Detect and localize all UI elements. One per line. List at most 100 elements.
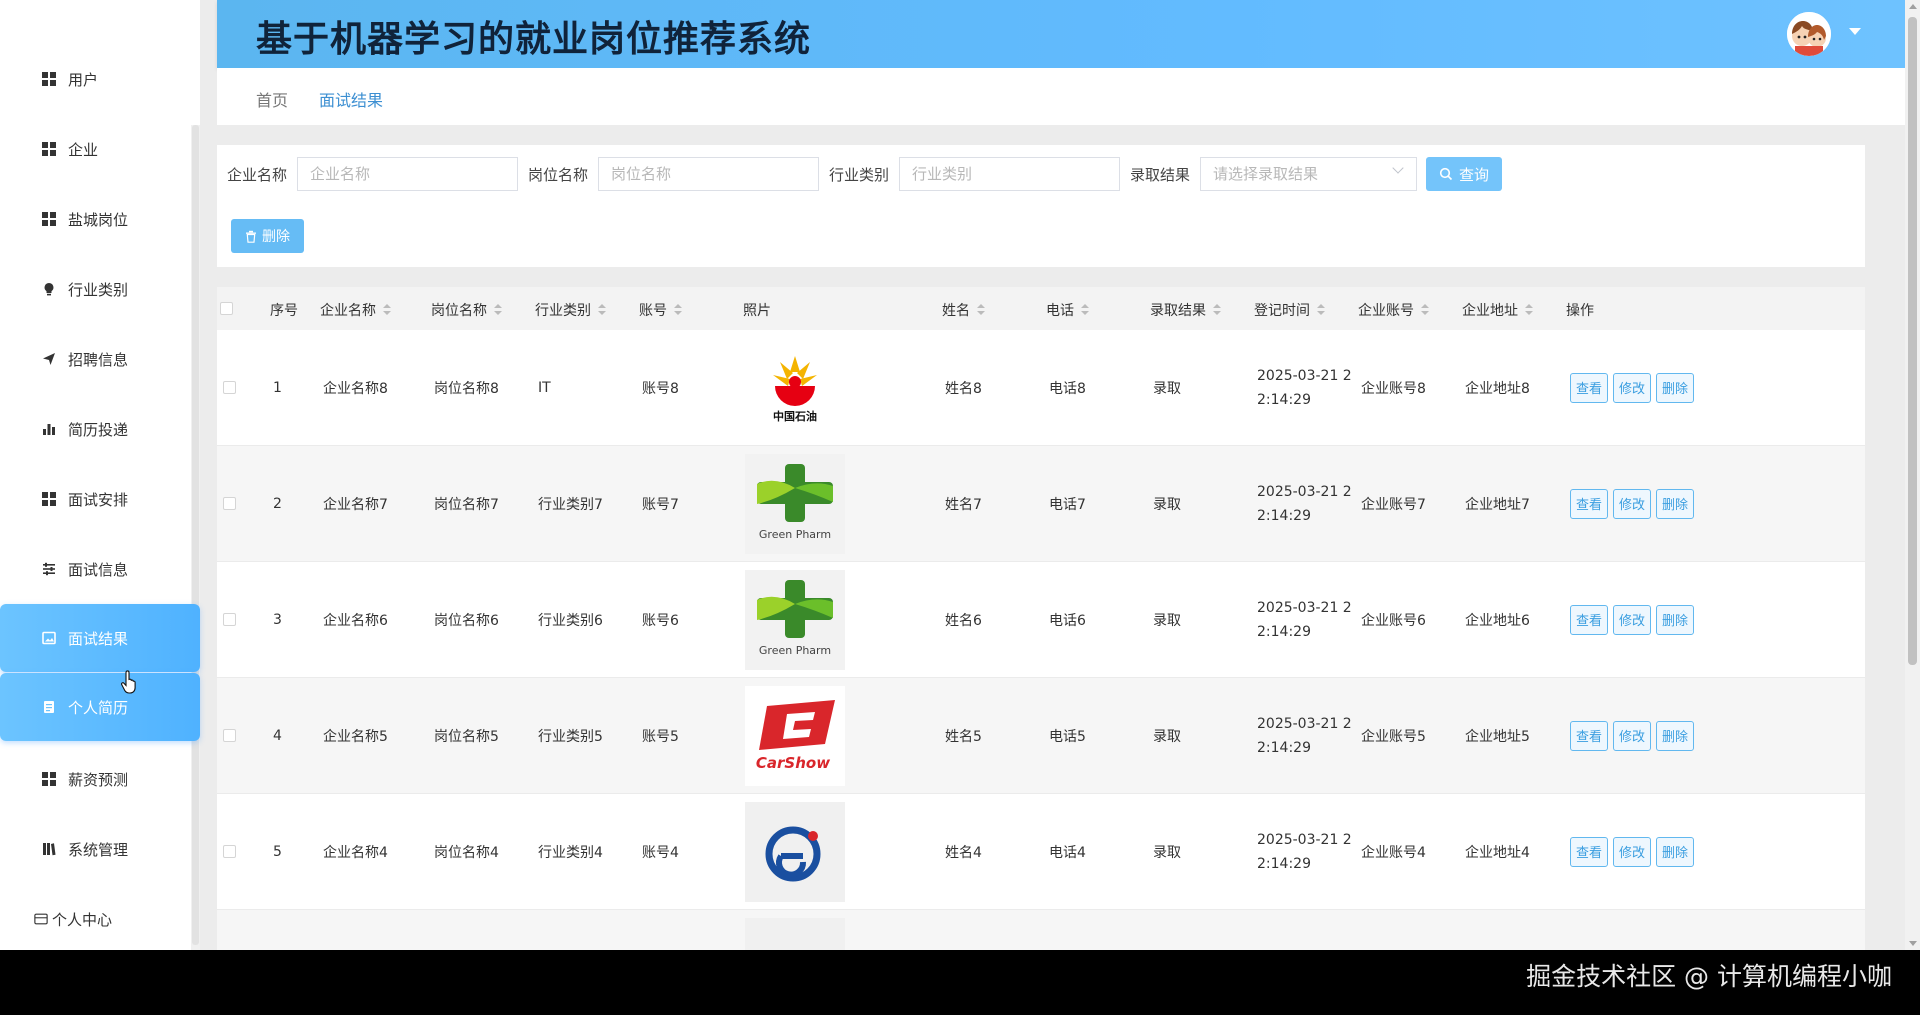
cell-result: 录取	[1153, 612, 1181, 629]
cell-industry: 行业类别4	[538, 844, 603, 861]
grid-icon	[42, 492, 56, 506]
sidebar-item-system-management[interactable]: 系统管理	[0, 819, 192, 879]
cell-position: 岗位名称8	[434, 380, 499, 397]
column-header: 照片	[743, 303, 771, 319]
edit-button[interactable]: 修改	[1613, 372, 1652, 403]
sidebar-item-personal-center[interactable]: 个人中心	[0, 889, 192, 949]
cell-index: 2	[273, 495, 282, 512]
view-button[interactable]: 查看	[1570, 836, 1609, 867]
sidebar-item-resume-delivery[interactable]: 简历投递	[0, 399, 192, 459]
cell-company: 企业名称6	[323, 612, 388, 629]
sidebar-item-label: 个人简历	[68, 698, 129, 717]
sidebar-item-enterprise[interactable]: 企业	[0, 119, 192, 179]
industry-label: 行业类别	[829, 166, 890, 184]
company-logo-image[interactable]	[745, 918, 845, 950]
query-button[interactable]: 查询	[1426, 157, 1502, 191]
select-all-checkbox[interactable]	[220, 302, 233, 315]
sidebar-item-recruitment[interactable]: 招聘信息	[0, 329, 192, 389]
sidebar: 用户 企业 盐城岗位 行业类别 招聘信息 简历投递 面试安排 面试信息 面试结果…	[0, 0, 200, 950]
sidebar-item-interview-result[interactable]: 面试结果	[0, 604, 200, 672]
delete-button[interactable]: 删除	[1656, 372, 1695, 403]
sidebar-item-personal-resume[interactable]: 个人简历	[0, 673, 200, 741]
scrollbar-thumb[interactable]	[1908, 17, 1917, 665]
sort-icon	[1213, 304, 1221, 316]
delete-button[interactable]: 删除	[1656, 488, 1695, 519]
chevron-down-icon[interactable]	[1849, 28, 1861, 35]
user-avatar[interactable]	[1787, 12, 1831, 56]
cell-phone: 电话4	[1049, 844, 1086, 861]
sidebar-item-label: 面试信息	[68, 560, 129, 579]
column-header: 操作	[1566, 303, 1594, 319]
row-checkbox[interactable]	[223, 381, 236, 394]
view-button[interactable]: 查看	[1570, 488, 1609, 519]
column-header[interactable]: 行业类别	[535, 300, 606, 320]
page-scrollbar[interactable]	[1905, 0, 1920, 950]
cell-position: 岗位名称4	[434, 844, 499, 861]
sort-icon	[598, 304, 606, 316]
grid-icon	[42, 72, 56, 86]
window-icon	[34, 912, 48, 926]
company-logo-image[interactable]: Green Pharm	[745, 569, 845, 670]
result-select[interactable]	[1200, 157, 1417, 191]
column-header[interactable]: 企业账号	[1358, 300, 1429, 320]
cell-address: 企业地址6	[1465, 612, 1530, 629]
view-button[interactable]: 查看	[1570, 720, 1609, 751]
delete-button[interactable]: 删除	[1656, 604, 1695, 635]
column-header[interactable]: 姓名	[942, 300, 985, 320]
sidebar-item-industry[interactable]: 行业类别	[0, 259, 192, 319]
row-checkbox[interactable]	[223, 729, 236, 742]
delete-button[interactable]: 删除	[1656, 836, 1695, 867]
table-row: 4 企业名称5 岗位名称5 行业类别5 账号5 CarShow 姓名5 电话5 …	[217, 678, 1865, 794]
sidebar-item-salary-prediction[interactable]: 薪资预测	[0, 749, 192, 809]
column-header[interactable]: 登记时间	[1254, 300, 1325, 320]
row-checkbox[interactable]	[223, 845, 236, 858]
scroll-up-icon[interactable]	[1909, 4, 1917, 9]
svg-text:Green Pharm: Green Pharm	[759, 528, 831, 541]
view-button[interactable]: 查看	[1570, 372, 1609, 403]
column-header[interactable]: 电话	[1046, 300, 1089, 320]
edit-button[interactable]: 修改	[1613, 604, 1652, 635]
column-header[interactable]: 录取结果	[1150, 300, 1221, 320]
column-header[interactable]: 企业名称	[320, 300, 391, 320]
sidebar-item-interview-info[interactable]: 面试信息	[0, 539, 192, 599]
sidebar-item-interview-schedule[interactable]: 面试安排	[0, 469, 192, 529]
petrochina-logo: 中国石油	[773, 355, 817, 423]
column-header[interactable]: 企业地址	[1462, 300, 1533, 320]
sidebar-scrollbar[interactable]	[191, 125, 200, 950]
edit-button[interactable]: 修改	[1613, 720, 1652, 751]
view-button[interactable]: 查看	[1570, 604, 1609, 635]
column-header[interactable]: 账号	[639, 300, 682, 320]
sidebar-item-label: 招聘信息	[68, 350, 129, 369]
column-header[interactable]: 岗位名称	[431, 300, 502, 320]
cell-phone: 电话5	[1049, 728, 1086, 745]
edit-button[interactable]: 修改	[1613, 836, 1652, 867]
cell-position: 岗位名称7	[434, 496, 499, 513]
cell-account: 账号6	[642, 612, 679, 629]
document-icon	[42, 700, 56, 714]
row-checkbox[interactable]	[223, 613, 236, 626]
company-logo-image[interactable]: CarShow	[745, 685, 845, 786]
position-name-input[interactable]	[598, 157, 819, 191]
results-table: 序号 企业名称 岗位名称 行业类别 账号 照片 姓名 电话 录取结果 登记时间 …	[217, 287, 1865, 950]
company-logo-image[interactable]: Green Pharm	[745, 453, 845, 554]
row-checkbox[interactable]	[223, 497, 236, 510]
company-logo-image[interactable]	[745, 801, 845, 902]
edit-button[interactable]: 修改	[1613, 488, 1652, 519]
batch-delete-label: 删除	[262, 229, 290, 245]
sidebar-item-label: 盐城岗位	[68, 210, 129, 229]
batch-delete-button[interactable]: 删除	[231, 219, 304, 253]
hand-cursor-icon	[121, 670, 136, 694]
company-logo-image[interactable]: 中国石油	[745, 337, 845, 438]
delete-button[interactable]: 删除	[1656, 720, 1695, 751]
breadcrumb-current[interactable]: 面试结果	[319, 87, 383, 111]
sidebar-item-users[interactable]: 用户	[0, 49, 192, 109]
trash-icon	[246, 230, 256, 243]
company-name-input[interactable]	[297, 157, 518, 191]
company-name-label: 企业名称	[227, 166, 288, 184]
scroll-down-icon[interactable]	[1909, 941, 1917, 946]
breadcrumb-home[interactable]: 首页	[256, 87, 288, 111]
cell-name: 姓名4	[945, 844, 982, 861]
sidebar-item-positions[interactable]: 盐城岗位	[0, 189, 192, 249]
industry-input[interactable]	[899, 157, 1120, 191]
table-row: 2 企业名称7 岗位名称7 行业类别7 账号7 Green Pharm 姓名7 …	[217, 446, 1865, 562]
